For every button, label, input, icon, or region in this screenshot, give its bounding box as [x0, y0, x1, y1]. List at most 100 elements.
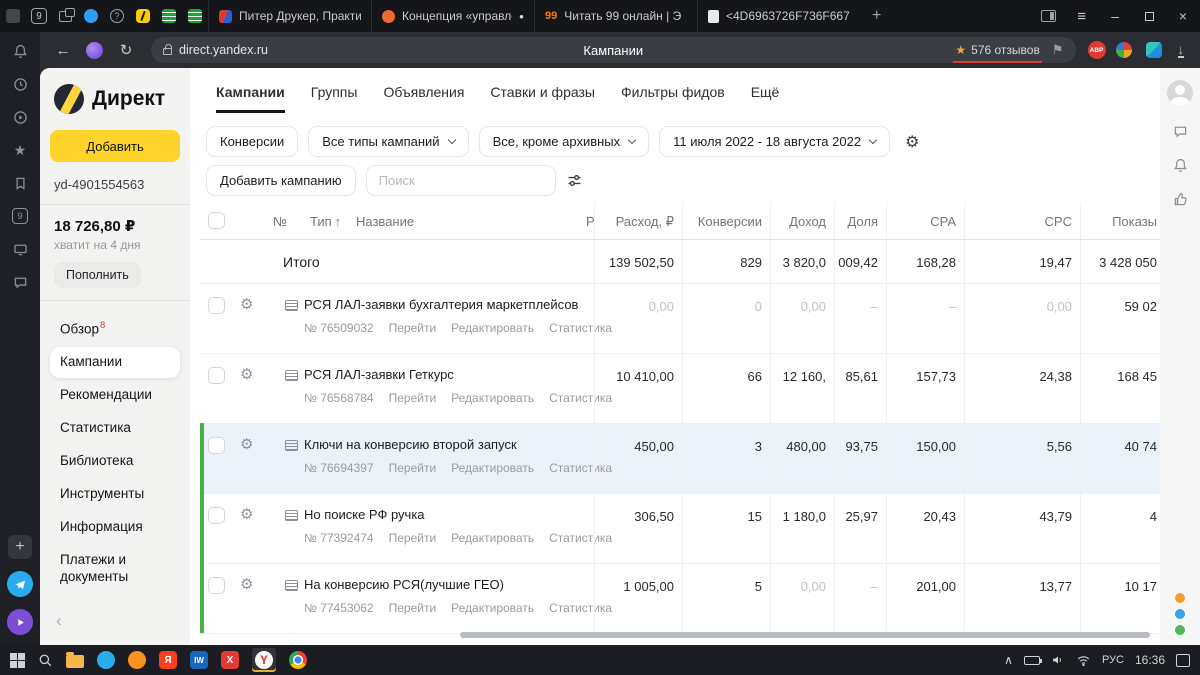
tab-campaigns[interactable]: Кампании — [216, 84, 285, 113]
conversions-filter-button[interactable]: Конверсии — [206, 126, 299, 157]
topup-button[interactable]: Пополнить — [54, 262, 141, 288]
col-cpc[interactable]: CPC — [964, 202, 1080, 239]
search-input[interactable] — [365, 165, 556, 196]
row-checkbox[interactable] — [208, 367, 225, 384]
pinned-tab-flash-icon[interactable] — [130, 0, 156, 32]
adblock-extension-icon[interactable]: ABP — [1087, 41, 1106, 59]
go-link[interactable]: Перейти — [389, 601, 437, 615]
battery-icon[interactable] — [1023, 655, 1042, 665]
campaign-name[interactable]: Ключи на конверсию второй запуск — [304, 437, 517, 452]
downloads-button[interactable]: ↓ — [1177, 43, 1184, 58]
campaign-name[interactable]: Но поиске РФ ручка — [304, 507, 425, 522]
browser-menu-icon[interactable]: ≡ — [1065, 8, 1098, 25]
browser-tab-4[interactable]: <4D6963726F736F66742 — [697, 0, 860, 32]
horizontal-scrollbar[interactable] — [460, 632, 1150, 638]
favorites-star-icon[interactable]: ★ — [11, 141, 29, 159]
browser-tab-1[interactable]: Питер Друкер, Практика — [208, 0, 371, 32]
minimize-button[interactable]: – — [1098, 0, 1132, 32]
campaign-name[interactable]: РСЯ ЛАЛ-заявки бухгалтерия маркетплейсов — [304, 297, 578, 312]
bell-icon[interactable] — [1171, 156, 1189, 174]
sidebar-item-information[interactable]: Информация — [50, 512, 180, 543]
row-checkbox[interactable] — [208, 297, 225, 314]
add-panel-icon[interactable]: + — [8, 535, 32, 559]
tab-more[interactable]: Ещё — [751, 84, 780, 113]
widget-weather-icon[interactable] — [1175, 593, 1185, 603]
yandex-browser-icon[interactable]: Y — [252, 648, 276, 672]
browser-tab-3[interactable]: 99 Читать 99 онлайн | Э — [534, 0, 697, 32]
edit-link[interactable]: Редактировать — [451, 601, 534, 615]
tab-bids-phrases[interactable]: Ставки и фразы — [490, 84, 595, 113]
edit-link[interactable]: Редактировать — [451, 461, 534, 475]
row-checkbox[interactable] — [208, 577, 225, 594]
avatar[interactable] — [1167, 80, 1193, 106]
col-cpa[interactable]: CPA — [886, 202, 964, 239]
video-icon[interactable] — [11, 108, 29, 126]
notifications-bell-icon[interactable] — [11, 42, 29, 60]
row-checkbox[interactable] — [208, 437, 225, 454]
row-checkbox[interactable] — [208, 507, 225, 524]
action-center-icon[interactable] — [1176, 653, 1190, 667]
address-bar[interactable]: direct.yandex.ru Кампании ★ 576 отзывов … — [151, 37, 1076, 63]
go-link[interactable]: Перейти — [389, 531, 437, 545]
browser-logo-icon[interactable] — [0, 0, 26, 32]
tab-feed-filters[interactable]: Фильтры фидов — [621, 84, 725, 113]
yandex-app-icon[interactable]: Я — [159, 651, 177, 669]
col-number[interactable]: № — [273, 214, 287, 229]
bookmark-flag-icon[interactable]: ⚑ — [1052, 42, 1064, 58]
tabs-count-icon[interactable]: 9 — [11, 207, 29, 225]
edit-link[interactable]: Редактировать — [451, 531, 534, 545]
tab-groups[interactable]: Группы — [311, 84, 358, 113]
col-name[interactable]: Название — [356, 214, 414, 229]
browser-tab-2[interactable]: Концепция «управле ● — [371, 0, 534, 32]
campaign-settings-icon[interactable]: ⚙ — [240, 295, 253, 313]
add-button[interactable]: Добавить — [50, 130, 180, 162]
thumbs-up-icon[interactable] — [1171, 190, 1189, 208]
network-icon[interactable] — [1076, 653, 1091, 668]
tray-expand-icon[interactable]: ∧ — [1004, 653, 1013, 667]
go-link[interactable]: Перейти — [389, 321, 437, 335]
add-campaign-button[interactable]: Добавить кампанию — [206, 165, 356, 196]
go-link[interactable]: Перейти — [389, 391, 437, 405]
direct-logo[interactable]: Директ — [50, 84, 180, 114]
tab-counter[interactable]: 9 — [26, 0, 52, 32]
col-spend[interactable]: Расход, ₽ — [594, 202, 682, 239]
app-icon-blue[interactable] — [97, 651, 115, 669]
side-panel-icon[interactable] — [1031, 0, 1065, 32]
col-conversions[interactable]: Конверсии — [682, 202, 770, 239]
campaign-settings-icon[interactable]: ⚙ — [240, 435, 253, 453]
volume-icon[interactable] — [1051, 653, 1065, 667]
tab-ads[interactable]: Объявления — [383, 84, 464, 113]
sidebar-item-recommendations[interactable]: Рекомендации — [50, 380, 180, 411]
messenger-icon[interactable] — [11, 273, 29, 291]
sidebar-item-campaigns[interactable]: Кампании — [50, 347, 180, 379]
go-link[interactable]: Перейти — [389, 461, 437, 475]
filter-tune-icon[interactable] — [566, 172, 583, 189]
screens-icon[interactable] — [11, 240, 29, 258]
close-button[interactable]: × — [1166, 0, 1200, 32]
edit-link[interactable]: Редактировать — [451, 321, 534, 335]
explorer-icon[interactable] — [66, 652, 84, 668]
select-all-checkbox[interactable] — [208, 212, 225, 229]
collapse-sidebar-button[interactable]: ‹ — [50, 609, 180, 633]
sidebar-item-library[interactable]: Библиотека — [50, 446, 180, 477]
col-revenue[interactable]: Доход — [770, 202, 834, 239]
archive-filter-dropdown[interactable]: Все, кроме архивных — [478, 126, 650, 157]
date-range-dropdown[interactable]: 11 июля 2022 - 18 августа 2022 — [659, 126, 891, 157]
bookmarks-icon[interactable] — [11, 174, 29, 192]
pinned-tab-mail-icon[interactable] — [78, 0, 104, 32]
widget-blue-icon[interactable] — [1175, 609, 1185, 619]
app-icon-iw[interactable]: IW — [190, 651, 208, 669]
campaign-settings-icon[interactable]: ⚙ — [240, 505, 253, 523]
url-text[interactable]: direct.yandex.ru — [179, 43, 268, 57]
col-type[interactable]: Тип ↑ — [310, 214, 341, 229]
language-indicator[interactable]: РУС — [1102, 654, 1124, 666]
campaign-name[interactable]: РСЯ ЛАЛ-заявки Геткурс — [304, 367, 454, 382]
sidebar-item-tools[interactable]: Инструменты — [50, 479, 180, 510]
chrome-icon[interactable] — [289, 651, 307, 669]
pinned-tab-doc-icon[interactable] — [156, 0, 182, 32]
widget-green-icon[interactable] — [1175, 625, 1185, 635]
taskbar-search-icon[interactable] — [38, 653, 53, 668]
clock[interactable]: 16:36 — [1135, 653, 1165, 667]
alisa-icon[interactable] — [86, 41, 103, 59]
table-settings-gear-icon[interactable]: ⚙ — [900, 132, 924, 152]
